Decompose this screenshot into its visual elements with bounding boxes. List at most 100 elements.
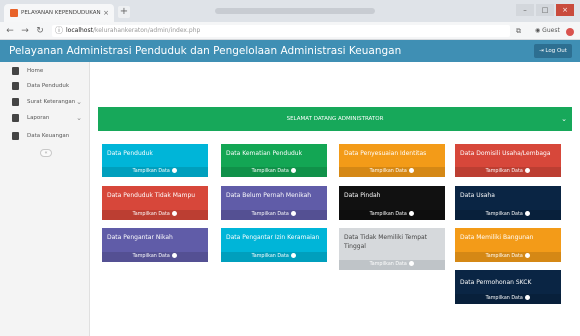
url-input[interactable]: ⓘ localhost/kelurahankeraton/admin/index… <box>52 25 510 37</box>
chevron-down-icon[interactable]: ⌄ <box>561 107 567 131</box>
sidebar-item-label: Laporan <box>27 115 50 121</box>
card-title: Data Memiliki Bangunan <box>460 234 534 241</box>
main-content: SELAMAT DATANG ADMINISTRATOR ⌄ Data Pend… <box>90 62 580 336</box>
sidebar-item-laporan[interactable]: Laporan ⌄ <box>0 109 90 127</box>
card-link[interactable]: Tampilkan Data <box>102 167 208 177</box>
logout-label: Log Out <box>545 48 567 54</box>
card-title: Data Domisili Usaha/Lembaga <box>460 150 551 157</box>
card-title: Data Pindah <box>344 192 381 199</box>
back-icon[interactable]: ← <box>4 24 16 38</box>
address-bar-row: ← → ↻ ⓘ localhost/kelurahankeraton/admin… <box>0 22 580 40</box>
card-link[interactable]: Tampilkan Data <box>102 210 208 220</box>
card-link[interactable]: Tampilkan Data <box>455 210 561 220</box>
file-icon <box>12 132 19 140</box>
site-info-icon[interactable]: ⓘ <box>55 25 63 37</box>
card-link[interactable]: Tampilkan Data <box>221 252 327 262</box>
reload-icon[interactable]: ↻ <box>34 24 46 38</box>
welcome-text: SELAMAT DATANG ADMINISTRATOR <box>286 116 384 122</box>
card-link[interactable]: Tampilkan Data <box>455 294 561 304</box>
page-title: Pelayanan Administrasi Penduduk dan Peng… <box>9 45 402 57</box>
file-icon <box>12 98 19 106</box>
file-icon <box>12 82 19 90</box>
browser-tab[interactable]: PELAYANAN KEPENDUDUKAN × <box>4 4 114 22</box>
logout-icon: ⇥ <box>539 48 544 54</box>
card-link[interactable]: Tampilkan Data <box>455 167 561 177</box>
card-link[interactable]: Tampilkan Data <box>102 252 208 262</box>
profile-label: Guest <box>542 27 560 34</box>
card-data-tidak-mampu[interactable]: Data Penduduk Tidak Mampu Tampilkan Data <box>102 186 208 220</box>
arrow-circle-icon <box>525 253 531 258</box>
arrow-circle-icon <box>409 168 415 173</box>
arrow-circle-icon <box>291 168 297 173</box>
card-data-usaha[interactable]: Data Usaha Tampilkan Data <box>455 186 561 220</box>
card-title: Data Kematian Penduduk <box>226 150 303 157</box>
arrow-circle-icon <box>291 211 297 216</box>
card-data-penduduk[interactable]: Data Penduduk Tampilkan Data <box>102 144 208 177</box>
profile-icon: ◉ <box>535 27 541 34</box>
card-link[interactable]: Tampilkan Data <box>339 210 445 220</box>
arrow-circle-icon <box>291 253 297 258</box>
card-link[interactable]: Tampilkan Data <box>339 260 445 270</box>
maximize-button[interactable]: □ <box>536 4 554 16</box>
card-title: Data Pengantar Nikah <box>107 234 173 241</box>
minimize-button[interactable]: – <box>516 4 534 16</box>
card-title: Data Belum Pernah Menikah <box>226 192 312 199</box>
arrow-circle-icon <box>525 211 531 216</box>
url-host: localhost <box>66 27 93 34</box>
card-data-memiliki-bangunan[interactable]: Data Memiliki Bangunan Tampilkan Data <box>455 228 561 262</box>
card-title: Data Penduduk Tidak Mampu <box>107 192 196 199</box>
card-data-kematian[interactable]: Data Kematian Penduduk Tampilkan Data <box>221 144 327 177</box>
card-data-izin-keramaian[interactable]: Data Pengantar Izin Keramaian Tampilkan … <box>221 228 327 262</box>
browser-menu-icon[interactable] <box>566 28 574 36</box>
file-icon <box>12 114 19 122</box>
card-data-penyesuaian-identitas[interactable]: Data Penyesuaian Identitas Tampilkan Dat… <box>339 144 445 177</box>
sidebar-item-label: Data Penduduk <box>27 83 70 89</box>
card-data-tidak-memiliki-tempat-tinggal[interactable]: Data Tidak Memiliki Tempat Tinggal Tampi… <box>339 228 445 270</box>
arrow-circle-icon <box>525 168 531 173</box>
card-link[interactable]: Tampilkan Data <box>339 167 445 177</box>
arrow-circle-icon <box>172 211 178 216</box>
card-data-belum-menikah[interactable]: Data Belum Pernah Menikah Tampilkan Data <box>221 186 327 220</box>
card-title: Data Usaha <box>460 192 495 199</box>
card-title: Data Penyesuaian Identitas <box>344 150 427 157</box>
window-close-button[interactable]: × <box>556 4 574 16</box>
favicon-icon <box>10 9 18 17</box>
card-data-pindah[interactable]: Data Pindah Tampilkan Data <box>339 186 445 220</box>
arrow-circle-icon <box>409 211 415 216</box>
forward-icon[interactable]: → <box>19 24 31 38</box>
browser-tab-title: PELAYANAN KEPENDUDUKAN <box>21 10 101 16</box>
card-title: Data Pengantar Izin Keramaian <box>226 234 320 241</box>
card-link[interactable]: Tampilkan Data <box>221 167 327 177</box>
close-tab-icon[interactable]: × <box>103 4 109 22</box>
sidebar-item-data-keuangan[interactable]: Data Keuangan <box>0 127 90 145</box>
extension-icon[interactable]: ⧉ <box>516 25 521 37</box>
new-tab-button[interactable]: + <box>118 6 130 18</box>
sidebar-item-label: Data Keuangan <box>27 133 70 139</box>
sidebar-item-label: Surat Keterangan <box>27 99 76 105</box>
window-controls: – □ × <box>514 4 574 16</box>
file-icon <box>12 67 19 75</box>
url-path: /kelurahankeraton/admin/index.php <box>92 27 201 34</box>
sidebar-collapse-button[interactable]: « <box>40 149 52 157</box>
sidebar: Home Data Penduduk Surat Keterangan ⌄ La… <box>0 62 90 336</box>
arrow-circle-icon <box>525 295 531 300</box>
card-title: Data Tidak Memiliki Tempat Tinggal <box>344 234 428 250</box>
sidebar-item-label: Home <box>27 68 44 74</box>
arrow-circle-icon <box>409 261 415 266</box>
arrow-circle-icon <box>172 253 178 258</box>
window-title-placeholder <box>215 8 375 14</box>
card-link[interactable]: Tampilkan Data <box>221 210 327 220</box>
card-data-permohonan-skck[interactable]: Data Permohonan SKCK Tampilkan Data <box>455 270 561 304</box>
card-link[interactable]: Tampilkan Data <box>455 252 561 262</box>
arrow-circle-icon <box>172 168 178 173</box>
logout-button[interactable]: ⇥ Log Out <box>534 44 572 58</box>
profile-button[interactable]: ◉ Guest <box>535 25 560 37</box>
app-header: Pelayanan Administrasi Penduduk dan Peng… <box>0 40 580 62</box>
card-data-domisili[interactable]: Data Domisili Usaha/Lembaga Tampilkan Da… <box>455 144 561 177</box>
card-data-pengantar-nikah[interactable]: Data Pengantar Nikah Tampilkan Data <box>102 228 208 262</box>
browser-tab-bar: PELAYANAN KEPENDUDUKAN × + – □ × <box>0 0 580 22</box>
card-title: Data Permohonan SKCK <box>460 279 532 286</box>
chevron-down-icon: ⌄ <box>76 114 82 122</box>
card-title: Data Penduduk <box>107 150 153 157</box>
welcome-banner: SELAMAT DATANG ADMINISTRATOR ⌄ <box>98 107 572 131</box>
